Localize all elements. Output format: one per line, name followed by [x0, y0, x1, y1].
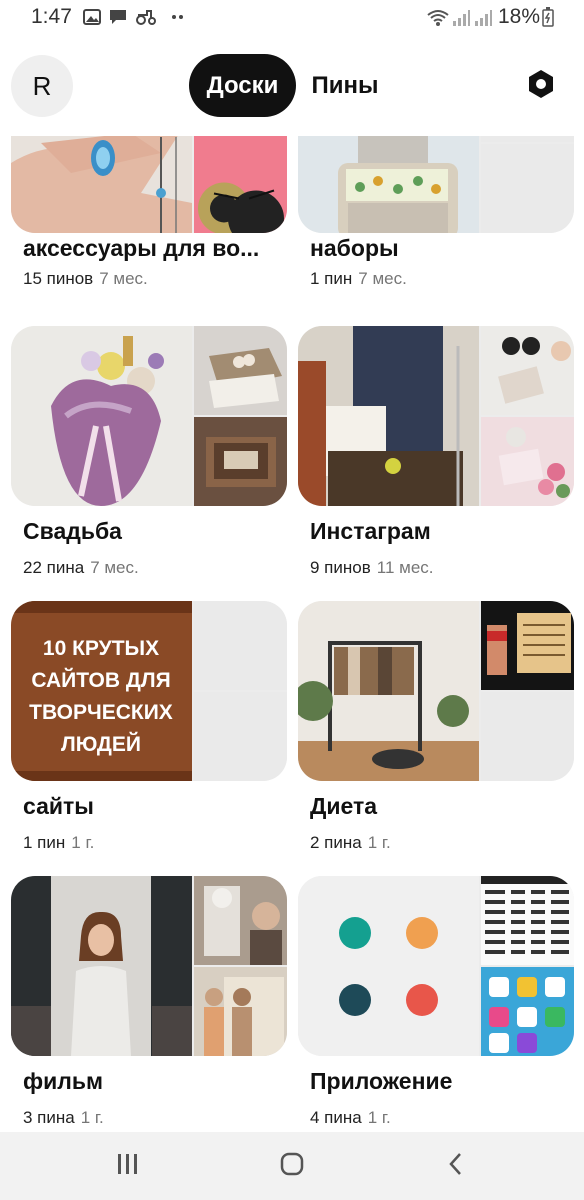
settings-hexagon-icon[interactable]: [524, 67, 558, 101]
more-icon: [172, 15, 183, 19]
board-pin-count: 22 пина: [23, 558, 85, 577]
tractor-icon: [136, 10, 156, 25]
board-age: 1 г.: [71, 833, 95, 852]
board-image-wooden-box: [194, 417, 287, 506]
board-title: Диета: [310, 793, 378, 819]
signal-icon-2: [475, 10, 492, 26]
board-meta: 15 пинов 7 мес.: [23, 269, 148, 289]
board-meta: 4 пина 1 г.: [310, 1108, 391, 1128]
board-collage: 10 КРУТЫХ САЙТОВ ДЛЯ ТВОРЧЕСКИХ ЛЮДЕЙ: [11, 601, 287, 781]
status-time: 1:47: [31, 5, 72, 28]
board-image-empty: [481, 144, 574, 233]
status-bar: 1:47 18%: [0, 0, 584, 34]
board-image-app-icons: [481, 967, 574, 1056]
battery-icon: [542, 7, 554, 27]
message-icon: [110, 10, 126, 24]
board-meta: 1 пин 1 г.: [23, 833, 94, 853]
recent-apps-icon[interactable]: [115, 1150, 141, 1178]
board-image-ring-box: [194, 326, 287, 415]
board-age: 1 г.: [367, 1108, 391, 1127]
board-title: аксессуары для во...: [23, 235, 260, 261]
board-image-film-still: [11, 876, 192, 1056]
board-image-poster-websites: 10 КРУТЫХ САЙТОВ ДЛЯ ТВОРЧЕСКИХ ЛЮДЕЙ: [11, 601, 192, 781]
board-age: 1 г.: [367, 833, 391, 852]
poster-line-2: САЙТОВ ДЛЯ: [31, 668, 170, 692]
board-collage: [298, 601, 574, 781]
board-pin-count: 3 пина: [23, 1108, 75, 1127]
board-image-flatlay: [481, 326, 574, 415]
board-image-empty: [481, 692, 574, 781]
board-collage: [298, 876, 574, 1056]
board-image-clothes-rack-room: [298, 601, 479, 781]
board-age: 7 мес.: [90, 558, 139, 577]
tab-boards[interactable]: Доски: [189, 54, 296, 117]
board-meta: 3 пина 1 г.: [23, 1108, 104, 1128]
board-age: 7 мес.: [99, 269, 148, 288]
board-image-tv-series: [194, 967, 287, 1056]
board-title: Свадьба: [23, 518, 122, 544]
tab-pins[interactable]: Пины: [305, 54, 385, 117]
battery-percent: 18%: [498, 5, 541, 28]
board-collage: [298, 326, 574, 506]
avatar[interactable]: R: [11, 55, 73, 117]
board-pin-count: 9 пинов: [310, 558, 371, 577]
board-meta: 22 пина 7 мес.: [23, 558, 139, 578]
board-meta: 2 пина 1 г.: [310, 833, 391, 853]
board-title: Инстаграм: [310, 518, 431, 544]
board-image-spreadsheet: [481, 876, 574, 965]
back-icon[interactable]: [443, 1150, 469, 1178]
wifi-icon: [427, 10, 449, 26]
board-collage: [11, 876, 287, 1056]
board-pin-count: 1 пин: [310, 269, 353, 288]
board-image-photo-studio: [298, 326, 479, 506]
board-image-empty: [194, 692, 287, 781]
board-age: 11 мес.: [376, 558, 434, 577]
board-title: Приложение: [310, 1068, 453, 1094]
poster-line-1: 10 КРУТЫХ: [43, 637, 159, 660]
board-title: наборы: [310, 235, 399, 261]
home-icon[interactable]: [279, 1150, 305, 1178]
board-meta: 9 пинов 11 мес.: [310, 558, 434, 578]
board-pin-count: 2 пина: [310, 833, 362, 852]
board-image-wedding-bouquet: [11, 326, 192, 506]
board-image-card-roses: [481, 417, 574, 506]
board-title: сайты: [23, 793, 94, 819]
board-pin-count: 4 пина: [310, 1108, 362, 1127]
board-image-empty: [194, 601, 287, 690]
board-meta: 1 пин 7 мес.: [310, 269, 407, 289]
board-pin-count: 15 пинов: [23, 269, 94, 288]
board-title: фильм: [23, 1068, 104, 1094]
signal-icon: [453, 10, 470, 26]
board-image-app-dots: [298, 876, 479, 1056]
board-image-diet-infographic: [481, 601, 574, 690]
board-image-robot-scene: [194, 876, 287, 965]
board-age: 7 мес.: [358, 269, 407, 288]
image-icon: [83, 9, 101, 25]
poster-line-4: ЛЮДЕЙ: [61, 732, 141, 756]
board-collage: [11, 326, 287, 506]
poster-line-3: ТВОРЧЕСКИХ: [29, 701, 173, 724]
board-pin-count: 1 пин: [23, 833, 66, 852]
system-nav-bar: [0, 1132, 584, 1200]
board-age: 1 г.: [80, 1108, 104, 1127]
